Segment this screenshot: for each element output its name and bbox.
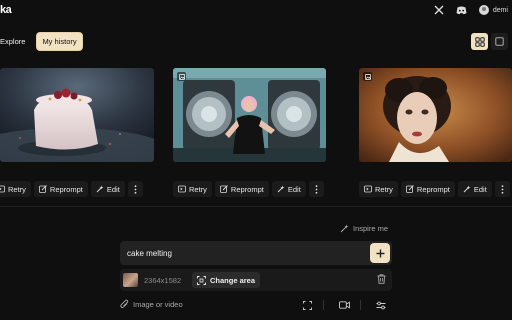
settings-sliders-icon[interactable] — [375, 299, 387, 311]
plus-icon — [376, 249, 384, 257]
woman-speakers-image — [173, 68, 326, 162]
prompt-input[interactable]: cake melting — [120, 241, 392, 265]
history-tabs: Explore My history — [0, 32, 83, 51]
reprompt-button[interactable]: Reprompt — [33, 181, 88, 197]
reprompt-label: Reprompt — [416, 184, 450, 194]
history-card-melting-cake[interactable] — [0, 68, 154, 162]
more-icon — [134, 184, 137, 194]
attach-label: Image or video — [133, 299, 183, 309]
retry-label: Retry — [189, 184, 207, 194]
more-options-button[interactable] — [127, 181, 143, 197]
more-icon — [501, 184, 504, 194]
list-icon — [495, 37, 504, 46]
image-type-icon — [177, 72, 186, 81]
avatar — [478, 5, 489, 15]
magic-wand-icon — [277, 185, 285, 193]
crop-icon — [197, 275, 206, 285]
top-bar: ka demi — [0, 0, 512, 22]
image-type-icon — [363, 72, 372, 81]
toolbar-separator — [323, 300, 324, 310]
tab-my-history[interactable]: My history — [36, 32, 83, 51]
card-actions-3: Retry Reprompt Edit — [359, 181, 510, 197]
view-toggle — [471, 33, 508, 50]
edit-label: Edit — [287, 184, 301, 194]
card-actions-2: Retry Reprompt Edit — [173, 181, 324, 197]
inspire-me-button[interactable]: Inspire me — [340, 224, 388, 233]
username: demi — [492, 6, 508, 14]
grid-icon — [474, 36, 485, 47]
edit-prompt-icon — [39, 185, 47, 193]
reprompt-button[interactable]: Reprompt — [400, 181, 455, 197]
video-icon[interactable] — [338, 299, 350, 311]
paperclip-icon — [120, 299, 129, 309]
reprompt-label: Reprompt — [230, 184, 264, 194]
grid-view-button[interactable] — [471, 33, 488, 50]
trash-icon[interactable] — [377, 274, 386, 286]
woman-portrait-image — [359, 68, 512, 162]
reference-image-row: 2364x1582 Change area — [120, 269, 392, 291]
more-options-button[interactable] — [494, 181, 510, 197]
retry-button[interactable]: Retry — [359, 181, 398, 197]
section-divider — [0, 206, 512, 207]
magic-wand-icon — [463, 185, 471, 193]
edit-label: Edit — [106, 184, 120, 194]
prompt-text[interactable]: cake melting — [127, 249, 172, 258]
history-card-woman-portrait[interactable] — [359, 68, 512, 162]
melting-cake-image — [0, 68, 154, 162]
edit-button[interactable]: Edit — [90, 181, 125, 197]
edit-button[interactable]: Edit — [457, 181, 492, 197]
retry-button[interactable]: Retry — [173, 181, 212, 197]
edit-label: Edit — [473, 184, 487, 194]
list-view-button[interactable] — [491, 33, 508, 50]
more-icon — [315, 184, 318, 194]
attach-media-button[interactable]: Image or video — [120, 299, 183, 309]
toolbar-icons — [287, 299, 387, 311]
tab-explore[interactable]: Explore — [0, 33, 30, 50]
retry-label: Retry — [375, 184, 393, 194]
change-area-label: Change area — [210, 275, 256, 285]
discord-icon[interactable] — [456, 4, 468, 16]
reprompt-label: Reprompt — [49, 184, 83, 194]
reprompt-button[interactable]: Reprompt — [214, 181, 269, 197]
retry-icon — [178, 185, 186, 193]
magic-wand-icon — [340, 224, 349, 233]
retry-label: Retry — [8, 184, 26, 194]
edit-prompt-icon — [406, 185, 414, 193]
app-logo[interactable]: ka — [0, 4, 12, 16]
retry-button[interactable]: Retry — [0, 181, 31, 197]
aspect-ratio-icon[interactable] — [301, 299, 313, 311]
inspire-me-label: Inspire me — [352, 224, 388, 233]
retry-icon — [364, 185, 372, 193]
retry-icon — [0, 185, 5, 193]
edit-button[interactable]: Edit — [271, 181, 306, 197]
reference-dimensions: 2364x1582 — [144, 276, 182, 285]
more-options-button[interactable] — [308, 181, 324, 197]
history-card-woman-speakers[interactable] — [173, 68, 326, 162]
top-right-icons: demi — [433, 4, 508, 16]
card-actions-1: Retry Reprompt Edit — [0, 181, 143, 197]
x-logo-icon[interactable] — [433, 4, 445, 16]
edit-prompt-icon — [220, 185, 228, 193]
prompt-toolbar: Image or video — [120, 298, 392, 312]
toolbar-separator — [360, 300, 361, 310]
magic-wand-icon — [96, 185, 104, 193]
reference-thumbnail[interactable] — [123, 273, 138, 287]
generate-button[interactable] — [370, 243, 390, 263]
user-menu[interactable]: demi — [478, 5, 508, 15]
change-area-button[interactable]: Change area — [192, 272, 261, 288]
